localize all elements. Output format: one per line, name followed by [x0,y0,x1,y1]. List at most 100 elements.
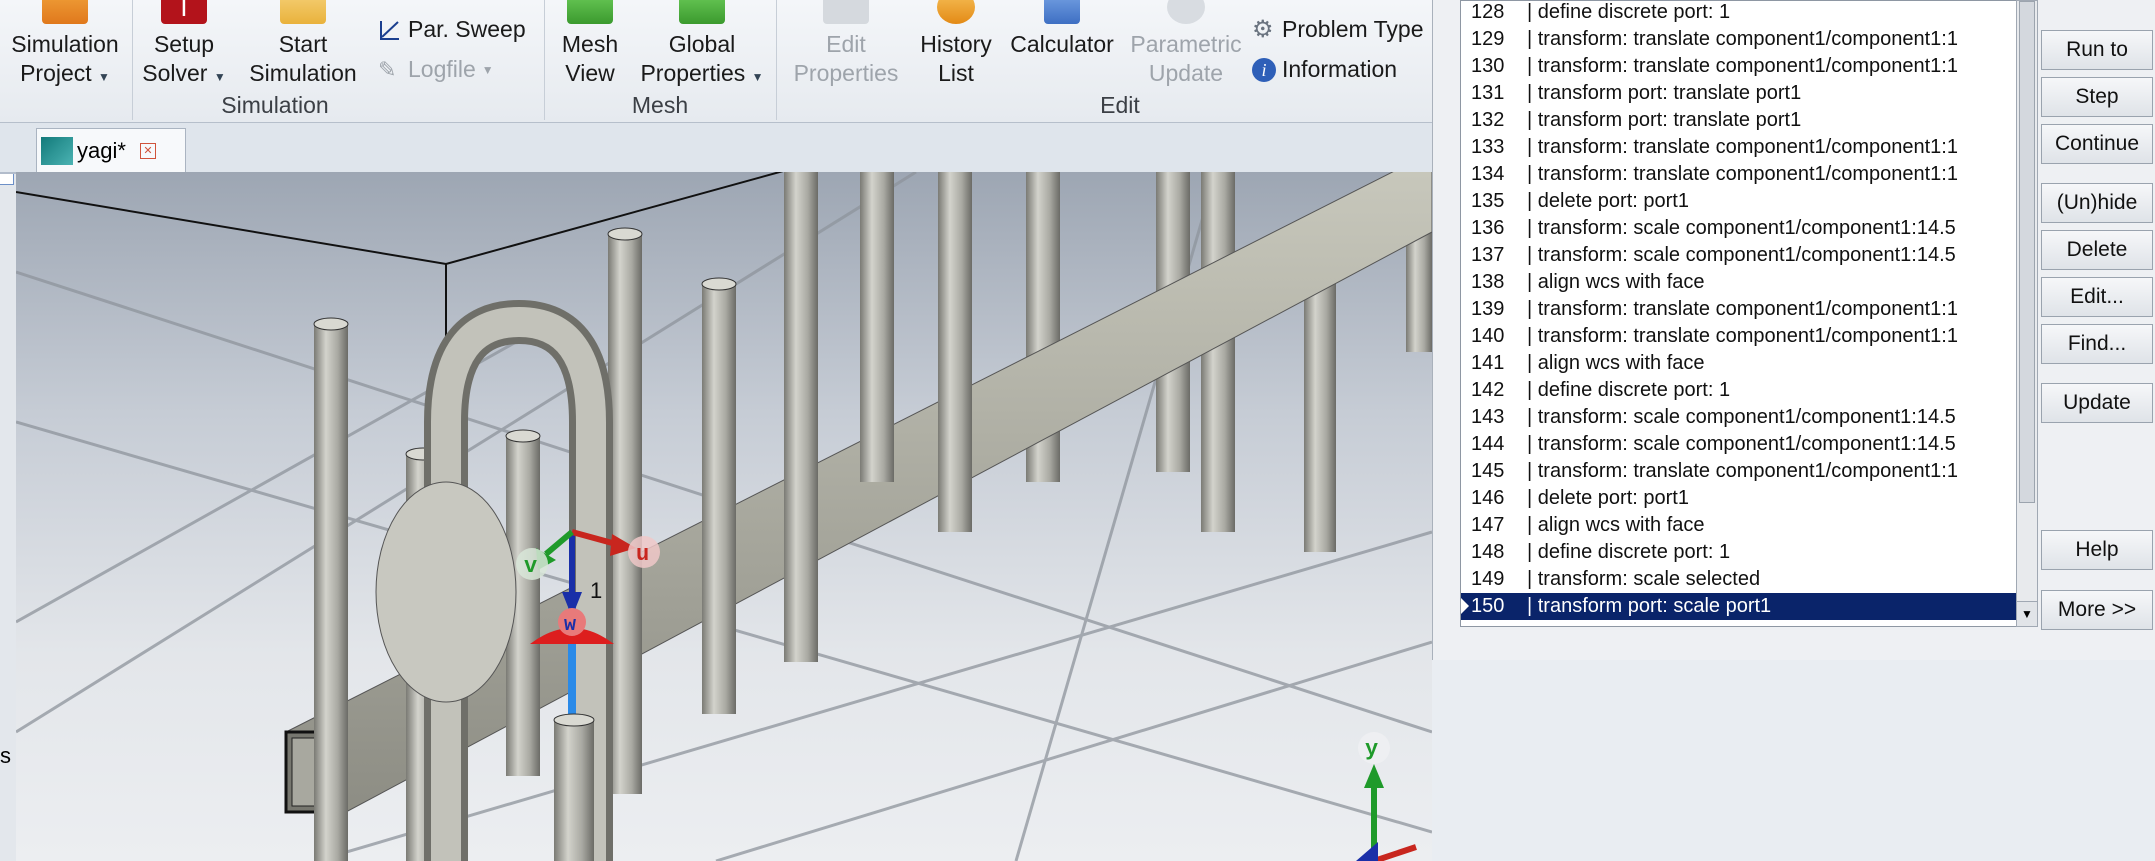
history-row[interactable]: 139 | transform: translate component1/com… [1461,296,2017,323]
group-label-simulation: Simulation [221,92,329,118]
start-simulation-icon [280,0,326,24]
history-row[interactable]: 147 | align wcs with face [1461,512,2017,539]
mesh-view-label-1: Mesh [561,31,619,57]
history-row-text: | transform: scale component1/component1… [1527,217,1956,239]
mesh-view-button[interactable]: Mesh View [552,0,628,90]
global-properties-label-2: Properties ▼ [640,60,764,86]
separator [132,0,133,120]
history-list-label-1: History [920,31,992,57]
par-sweep-button[interactable]: Par. Sweep [378,16,526,43]
left-panel-edge: ✕ s [0,123,17,861]
history-row[interactable]: 134 | transform: translate component1/com… [1461,161,2017,188]
history-row[interactable]: 145 | transform: translate component1/com… [1461,458,2017,485]
start-simulation-button[interactable]: Start Simulation [240,0,366,90]
simulation-project-label-1: Simulation [11,31,119,57]
history-row[interactable]: 143 | transform: scale component1/compone… [1461,404,2017,431]
history-row[interactable]: 149 | transform: scale selected [1461,566,2017,593]
history-row-number: 131 [1471,82,1505,104]
ribbon: Simulation Project ▼ T Setup Solver ▼ St… [0,0,1432,123]
history-row[interactable]: 128 | define discrete port: 1 [1461,1,2017,26]
simulation-project-label-2: Project ▼ [20,60,110,86]
history-row-number: 146 [1471,487,1505,509]
history-row-number: 137 [1471,244,1505,266]
edit-properties-button[interactable]: Edit Properties [786,0,906,90]
separator [776,0,777,120]
setup-solver-label-1: Setup [153,31,215,57]
information-label: Information [1282,56,1398,82]
par-sweep-label: Par. Sweep [408,16,526,42]
history-row-number: 129 [1471,28,1505,50]
step-button[interactable]: Step [2041,77,2153,117]
global-properties-label-1: Global [668,31,736,57]
problem-type-button[interactable]: ⚙ Problem Type [1252,16,1423,43]
history-row[interactable]: 130 | transform: translate component1/com… [1461,53,2017,80]
history-row-number: 128 [1471,1,1505,23]
delete-button[interactable]: Delete [2041,230,2153,270]
history-row[interactable]: 132 | transform port: translate port1 [1461,107,2017,134]
mesh-view-icon [567,0,613,24]
continue-button[interactable]: Continue [2041,124,2153,164]
history-row[interactable]: 135 | delete port: port1 [1461,188,2017,215]
history-row-number: 144 [1471,433,1505,455]
history-row[interactable]: 129 | transform: translate component1/com… [1461,26,2017,53]
axis-w-label: w [564,614,576,637]
logfile-button[interactable]: ✎ Logfile ▼ [378,56,494,83]
unhide-button[interactable]: (Un)hide [2041,183,2153,223]
3d-viewport[interactable]: u v w 1 y [16,172,1432,861]
history-listbox[interactable]: 128 | define discrete port: 1 129 | transfo… [1460,0,2018,627]
setup-solver-label-2: Solver ▼ [142,60,226,86]
calculator-icon [1044,0,1080,24]
corner-axis-y-label: y [1365,737,1378,762]
project-icon [41,137,73,165]
history-row-text: | delete port: port1 [1527,190,1689,212]
tab-close-icon[interactable]: ✕ [139,143,156,159]
information-button[interactable]: i Information [1252,56,1397,83]
history-scrollbar[interactable]: ▼ [2016,0,2038,627]
history-row[interactable]: 138 | align wcs with face [1461,269,2017,296]
tab-yagi-label: yagi* [77,138,126,163]
history-row-number: 150 [1471,595,1505,617]
history-row-number: 143 [1471,406,1505,428]
history-row-text: | transform: scale component1/component1… [1527,244,1956,266]
edit-properties-label-2: Properties [793,60,899,86]
history-row[interactable]: 136 | transform: scale component1/compone… [1461,215,2017,242]
history-row-selected[interactable]: 150 | transform port: scale port1 [1461,593,2017,620]
history-row[interactable]: 146 | delete port: port1 [1461,485,2017,512]
tab-yagi[interactable]: yagi* ✕ [36,128,186,173]
simulation-project-button[interactable]: Simulation Project ▼ [0,0,130,90]
history-list-button[interactable]: History List [912,0,1000,90]
port-number-label: 1 [590,578,602,603]
history-row[interactable]: 142 | define discrete port: 1 [1461,377,2017,404]
scroll-down-icon[interactable]: ▼ [2017,601,2037,626]
history-row-number: 133 [1471,136,1505,158]
history-row[interactable]: 140 | transform: translate component1/com… [1461,323,2017,350]
global-properties-button[interactable]: Global Properties ▼ [636,0,768,90]
run-to-button[interactable]: Run to [2041,30,2153,70]
history-row-number: 138 [1471,271,1505,293]
par-sweep-icon [380,20,399,40]
model-view[interactable]: u v w 1 y [16,172,1432,861]
history-row-text: | transform: translate component1/compon… [1527,325,1958,347]
help-button[interactable]: Help [2041,530,2153,570]
edit-button[interactable]: Edit... [2041,277,2153,317]
problem-type-label: Problem Type [1282,16,1424,42]
setup-solver-button[interactable]: T Setup Solver ▼ [140,0,228,90]
parametric-update-button[interactable]: Parametric Update [1124,0,1248,90]
history-row[interactable]: 141 | align wcs with face [1461,350,2017,377]
current-step-marker-icon [1461,598,1469,614]
simulation-project-icon [42,0,88,24]
history-row[interactable]: 131 | transform port: translate port1 [1461,80,2017,107]
history-row[interactable]: 137 | transform: scale component1/compone… [1461,242,2017,269]
history-row-text: | define discrete port: 1 [1527,1,1731,23]
history-row[interactable]: 144 | transform: scale component1/compone… [1461,431,2017,458]
history-row[interactable]: 148 | define discrete port: 1 [1461,539,2017,566]
history-row[interactable]: 133 | transform: translate component1/com… [1461,134,2017,161]
scrollbar-thumb[interactable] [2019,1,2035,503]
more-button[interactable]: More >> [2041,590,2153,630]
calculator-button[interactable]: Calculator [1006,0,1118,90]
find-button[interactable]: Find... [2041,324,2153,364]
update-button[interactable]: Update [2041,383,2153,423]
edit-properties-label-1: Edit [826,31,866,57]
history-row-number: 141 [1471,352,1505,374]
chevron-down-icon: ▼ [751,70,764,84]
